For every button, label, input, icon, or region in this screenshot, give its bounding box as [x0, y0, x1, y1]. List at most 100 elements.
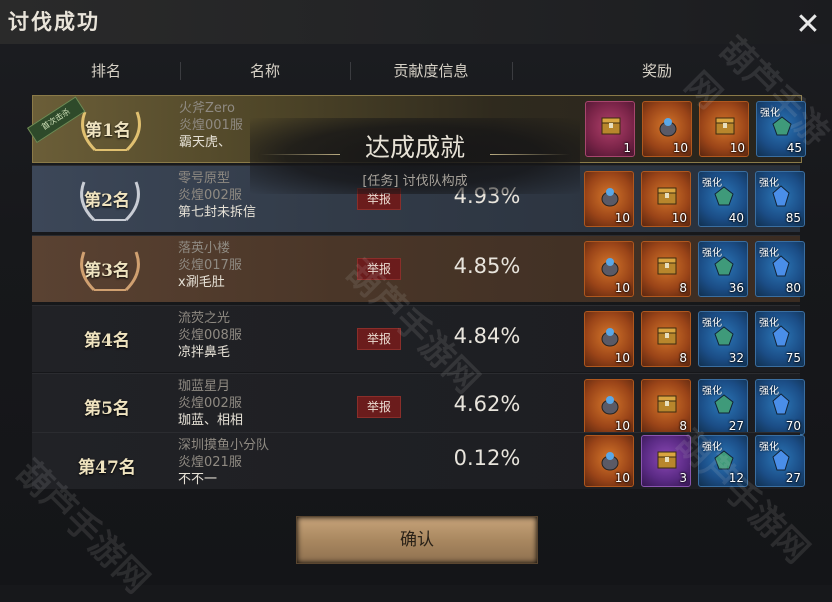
reward-list: 1 10 10 强化 45 [585, 101, 806, 157]
chest-icon [655, 184, 679, 208]
reward-quantity: 3 [679, 471, 687, 485]
reward-tag: 强化 [759, 248, 779, 259]
table-row: 第3名 落英小楼 炎煌017服 x涮毛肚 举报 4.85% 10 8 强化 36 强化 80 [32, 235, 805, 302]
confirm-button[interactable]: 确认 [296, 516, 538, 564]
reward-item[interactable]: 10 [641, 171, 691, 227]
player-name: 流荧之光 [178, 311, 231, 326]
guild-name: 凉拌鼻毛 [178, 345, 231, 360]
reward-item[interactable]: 强化 32 [698, 311, 748, 367]
table-row: 第47名 深圳摸鱼小分队 炎煌021服 不不一 0.12% 10 3 强化 12 强化 27 [32, 432, 805, 491]
reward-tag: 强化 [702, 318, 722, 329]
reward-quantity: 10 [614, 351, 630, 365]
reward-list: 10 8 强化 36 强化 80 [584, 241, 805, 297]
laurel-wreath-icon [80, 251, 140, 292]
reward-item[interactable]: 10 [584, 435, 634, 487]
reward-item[interactable]: 强化 27 [755, 435, 805, 487]
chest-icon [599, 114, 623, 138]
title-bar: 讨伐成功 ✕ [0, 0, 832, 44]
reward-tag: 强化 [759, 386, 779, 397]
pouch-icon [598, 184, 622, 208]
reward-item[interactable]: 强化 80 [755, 241, 805, 297]
pouch-icon [598, 448, 622, 472]
contribution-percent: 0.12% [453, 446, 521, 470]
contribution-percent: 4.85% [453, 254, 521, 278]
guild-name: x涮毛肚 [178, 275, 225, 290]
rank-label: 第5名 [84, 399, 130, 419]
victory-panel: 讨伐成功 ✕ 排名 名称 贡献度信息 奖励 第1名 首次击杀 火斧Zero 炎煌001… [0, 0, 832, 601]
reward-tag: 强化 [759, 178, 779, 189]
reward-list: 10 3 强化 12 强化 27 [584, 435, 805, 491]
reward-tag: 强化 [759, 318, 779, 329]
reward-item[interactable]: 强化 45 [756, 101, 806, 157]
reward-list: 10 8 强化 27 强化 70 [584, 379, 805, 435]
reward-item[interactable]: 8 [641, 241, 691, 297]
close-icon[interactable]: ✕ [793, 10, 823, 40]
reward-item[interactable]: 10 [584, 311, 634, 367]
reward-tag: 强化 [702, 248, 722, 259]
reward-item[interactable]: 强化 36 [698, 241, 748, 297]
contribution-percent: 4.62% [453, 392, 521, 416]
reward-quantity: 1 [623, 141, 631, 155]
guild-name: 不不一 [178, 472, 218, 487]
reward-quantity: 10 [614, 211, 630, 225]
player-info: 落英小楼 炎煌017服 x涮毛肚 [178, 240, 378, 291]
reward-quantity: 75 [785, 351, 801, 365]
player-name: 珈蓝星月 [178, 379, 231, 394]
reward-quantity: 8 [679, 419, 687, 433]
reward-tag: 强化 [760, 108, 780, 119]
guild-name: 第七封未拆信 [178, 205, 257, 220]
chest-icon [713, 114, 737, 138]
guild-name: 珈蓝、相相 [178, 413, 244, 428]
report-button[interactable]: 举报 [357, 396, 401, 418]
reward-item[interactable]: 10 [699, 101, 749, 157]
reward-list: 10 8 强化 32 强化 75 [584, 311, 805, 367]
reward-item[interactable]: 强化 40 [698, 171, 748, 227]
pouch-icon [598, 324, 622, 348]
report-button[interactable]: 举报 [357, 328, 401, 350]
reward-item[interactable]: 3 [641, 435, 691, 487]
pouch-icon [598, 254, 622, 278]
window-title: 讨伐成功 [8, 9, 100, 34]
server-name: 炎煌021服 [178, 455, 242, 470]
reward-item[interactable]: 10 [642, 101, 692, 157]
reward-quantity: 80 [785, 281, 801, 295]
reward-item[interactable]: 强化 85 [755, 171, 805, 227]
reward-quantity: 36 [728, 281, 744, 295]
chest-icon [655, 324, 679, 348]
reward-item[interactable]: 1 [585, 101, 635, 157]
reward-item[interactable]: 8 [641, 379, 691, 435]
column-header-rank: 排名 [90, 62, 121, 80]
player-name: 深圳摸鱼小分队 [178, 438, 270, 453]
reward-quantity: 8 [679, 281, 687, 295]
player-info: 珈蓝星月 炎煌002服 珈蓝、相相 [178, 378, 378, 429]
pouch-icon [656, 114, 680, 138]
table-row: 第5名 珈蓝星月 炎煌002服 珈蓝、相相 举报 4.62% 10 8 强化 27 强化 70 [32, 373, 805, 440]
reward-item[interactable]: 8 [641, 311, 691, 367]
reward-quantity: 40 [728, 211, 744, 225]
reward-item[interactable]: 强化 70 [755, 379, 805, 435]
server-name: 炎煌008服 [178, 328, 242, 343]
reward-quantity: 8 [679, 351, 687, 365]
player-info: 流荧之光炎煌008服 凉拌鼻毛 [178, 310, 378, 361]
column-header-contribution: 贡献度信息 [393, 62, 469, 80]
reward-item[interactable]: 强化 75 [755, 311, 805, 367]
report-button[interactable]: 举报 [357, 258, 401, 280]
reward-tag: 强化 [702, 178, 722, 189]
laurel-wreath-icon [80, 181, 140, 222]
pouch-icon [598, 392, 622, 416]
achievement-subtitle: [任务] 讨伐队构成 [362, 174, 468, 189]
chest-icon [655, 392, 679, 416]
reward-item[interactable]: 强化 27 [698, 379, 748, 435]
achievement-title: 达成成就 [364, 133, 465, 162]
reward-quantity: 27 [785, 471, 801, 485]
reward-item[interactable]: 10 [584, 241, 634, 297]
reward-quantity: 10 [672, 141, 688, 155]
reward-quantity: 10 [671, 211, 687, 225]
rank-label: 第47名 [78, 458, 136, 478]
reward-item[interactable]: 10 [584, 379, 634, 435]
contribution-percent: 4.84% [453, 324, 521, 348]
reward-item[interactable]: 强化 12 [698, 435, 748, 487]
table-row: 第4名 流荧之光 炎煌008服 凉拌鼻毛 举报 4.84% 10 8 强化 32 强化 75 [32, 305, 805, 372]
reward-quantity: 10 [614, 471, 630, 485]
reward-item[interactable]: 10 [584, 171, 634, 227]
